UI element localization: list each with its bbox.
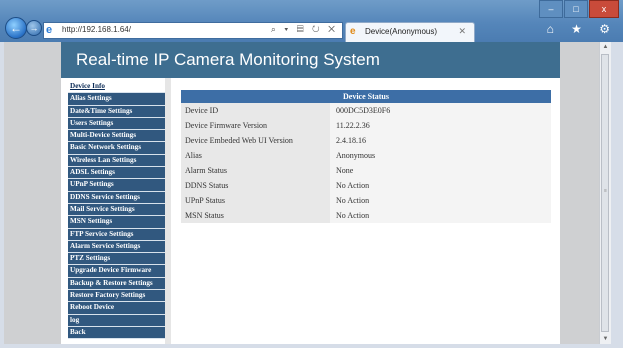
menu-item-ddns-service-settings[interactable]: DDNS Service Settings	[68, 191, 165, 204]
row-value: No Action	[330, 193, 551, 208]
maximize-button[interactable]: □	[564, 0, 588, 18]
menu-divider	[165, 78, 171, 344]
menu-item-alias-settings[interactable]: Alias Settings	[68, 93, 165, 106]
scroll-down-icon[interactable]: ▼	[600, 334, 611, 344]
row-value: None	[330, 163, 551, 178]
row-value: 11.22.2.36	[330, 118, 551, 133]
close-window-button[interactable]: x	[589, 0, 619, 18]
forward-icon[interactable]: →	[26, 20, 42, 36]
row-value: Anonymous	[330, 148, 551, 163]
menu-item-upgrade-firmware[interactable]: Upgrade Device Firmware	[68, 265, 165, 278]
device-status-rows: Device ID 000DC5D3E0F6 Device Firmware V…	[181, 103, 551, 223]
table-row: UPnP Status No Action	[181, 193, 551, 208]
menu-item-reboot-device[interactable]: Reboot Device	[68, 302, 165, 315]
ie-page-icon: e	[46, 24, 53, 36]
device-status-header: Device Status	[181, 90, 551, 103]
menu-item-alarm-service-settings[interactable]: Alarm Service Settings	[68, 240, 165, 254]
vertical-scrollbar[interactable]: ▲ ≡ ▼	[599, 42, 611, 344]
table-row: MSN Status No Action	[181, 208, 551, 223]
table-row: Alarm Status None	[181, 163, 551, 178]
row-label: Alias	[181, 148, 330, 163]
address-url[interactable]: http://192.168.1.64/	[62, 25, 131, 34]
table-row: Alias Anonymous	[181, 148, 551, 163]
menu-item-multi-device-settings[interactable]: Multi-Device Settings	[68, 130, 165, 143]
menu-item-ftp-service-settings[interactable]: FTP Service Settings	[68, 228, 165, 241]
menu-item-adsl-settings[interactable]: ADSL Settings	[68, 167, 165, 180]
main-content: Device Info Alias Settings Date&Time Set…	[61, 78, 560, 344]
row-value: No Action	[330, 208, 551, 223]
row-label: UPnP Status	[181, 193, 330, 208]
tab-title[interactable]: Device(Anonymous)	[365, 27, 437, 36]
tab-favicon-icon: e	[350, 26, 356, 37]
row-label: Device Embeded Web UI Version	[181, 133, 330, 148]
menu-item-backup-restore[interactable]: Backup & Restore Settings	[68, 277, 165, 291]
back-icon[interactable]: ←	[5, 17, 27, 39]
menu-item-datetime-settings[interactable]: Date&Time Settings	[68, 105, 165, 118]
row-value: 000DC5D3E0F6	[330, 103, 551, 118]
menu-item-back[interactable]: Back	[68, 326, 165, 340]
row-label: DDNS Status	[181, 178, 330, 193]
scrollbar-thumb[interactable]: ≡	[601, 54, 609, 332]
menu-item-log[interactable]: log	[68, 314, 165, 327]
table-row: DDNS Status No Action	[181, 178, 551, 193]
page-title: Real-time IP Camera Monitoring System	[76, 50, 380, 69]
row-label: Device Firmware Version	[181, 118, 330, 133]
row-value: No Action	[330, 178, 551, 193]
browser-tab-active[interactable]: e Device(Anonymous) ✕	[345, 22, 475, 42]
table-row: Device Firmware Version 11.22.2.36	[181, 118, 551, 133]
home-favorites-tools-icons[interactable]: ⌂ ★ ⚙	[547, 22, 617, 36]
menu-item-wireless-lan-settings[interactable]: Wireless Lan Settings	[68, 154, 165, 168]
menu-item-msn-settings[interactable]: MSN Settings	[68, 216, 165, 229]
left-margin	[4, 42, 61, 344]
scroll-up-icon[interactable]: ▲	[600, 42, 611, 52]
page-viewport: Real-time IP Camera Monitoring System De…	[4, 42, 611, 344]
row-label: MSN Status	[181, 208, 330, 223]
table-row: Device Embeded Web UI Version 2.4.18.16	[181, 133, 551, 148]
header-banner: Real-time IP Camera Monitoring System	[61, 42, 560, 78]
menu-item-upnp-settings[interactable]: UPnP Settings	[68, 179, 165, 192]
minimize-button[interactable]: –	[539, 0, 563, 18]
row-label: Alarm Status	[181, 163, 330, 178]
window-buttons: – □ x	[539, 0, 619, 18]
row-value: 2.4.18.16	[330, 133, 551, 148]
menu-item-basic-network-settings[interactable]: Basic Network Settings	[68, 142, 165, 155]
menu-item-restore-factory[interactable]: Restore Factory Settings	[68, 290, 165, 303]
settings-menu: Device Info Alias Settings Date&Time Set…	[68, 81, 165, 340]
menu-item-mail-service-settings[interactable]: Mail Service Settings	[68, 203, 165, 217]
tab-close-icon[interactable]: ✕	[458, 26, 466, 37]
address-tools-icons[interactable]: ⌕ ▾ ▤ ↻ ✕	[271, 24, 338, 35]
menu-item-device-info[interactable]: Device Info	[68, 81, 165, 94]
browser-toolbar: ← → e http://192.168.1.64/ ⌕ ▾ ▤ ↻ ✕ e D…	[0, 0, 623, 42]
address-bar[interactable]: e http://192.168.1.64/ ⌕ ▾ ▤ ↻ ✕	[43, 22, 343, 39]
row-label: Device ID	[181, 103, 330, 118]
table-row: Device ID 000DC5D3E0F6	[181, 103, 551, 118]
device-status-table: Device Status Device ID 000DC5D3E0F6 Dev…	[181, 90, 551, 223]
scroll-grip-icon: ≡	[604, 188, 607, 194]
menu-item-users-settings[interactable]: Users Settings	[68, 117, 165, 131]
menu-item-ptz-settings[interactable]: PTZ Settings	[68, 253, 165, 266]
